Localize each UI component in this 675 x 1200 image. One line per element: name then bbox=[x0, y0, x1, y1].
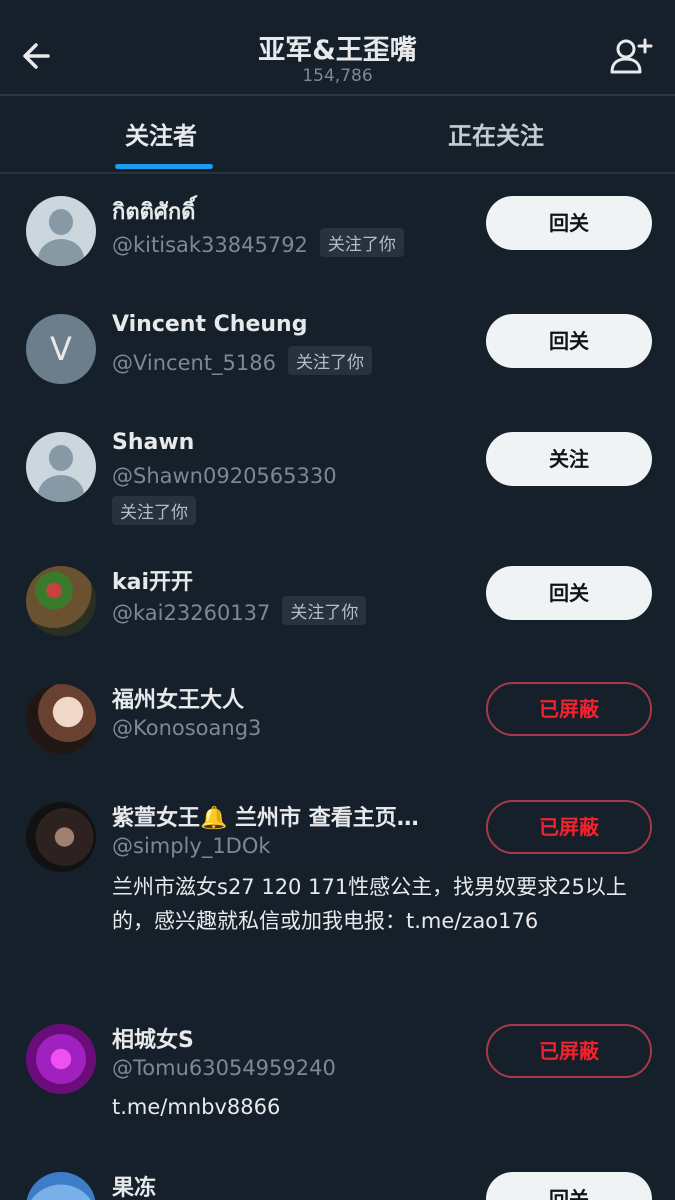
add-user-button[interactable] bbox=[609, 36, 653, 76]
blocked-button[interactable]: 已屏蔽 bbox=[486, 1024, 652, 1078]
follow-back-button[interactable]: 回关 bbox=[486, 314, 652, 368]
followers-screen: 亚军&王歪嘴 154,786 关注者 正在关注 กิตติศักดิ์ @kit… bbox=[0, 0, 675, 1200]
user-name: Vincent Cheung bbox=[112, 312, 308, 337]
blocked-button[interactable]: 已屏蔽 bbox=[486, 682, 652, 736]
follower-count: 154,786 bbox=[302, 66, 373, 86]
user-name: กิตติศักดิ์ bbox=[112, 200, 196, 225]
user-bio: 兰州市滋女s27 120 171性感公主，找男奴要求25以上的，感兴趣就私信或加… bbox=[112, 875, 627, 933]
follow-back-button[interactable]: 回关 bbox=[486, 566, 652, 620]
user-handle: @Vincent_5186 bbox=[112, 351, 277, 375]
user-name: Shawn bbox=[112, 430, 195, 455]
tabs-divider bbox=[0, 172, 675, 174]
avatar[interactable] bbox=[26, 802, 96, 872]
follows-you-badge: 关注了你 bbox=[288, 346, 373, 375]
add-user-icon bbox=[610, 38, 653, 74]
tab-bar: 关注者 正在关注 bbox=[0, 96, 675, 172]
user-handle: @kai23260137 bbox=[112, 601, 271, 625]
user-bio: t.me/mnbv8866 bbox=[112, 1095, 281, 1119]
user-name: 相城女S bbox=[112, 1028, 194, 1053]
user-name: 紫萱女王🔔 兰州市 查看主页… bbox=[112, 806, 419, 831]
list-item[interactable]: 果冻 回关 bbox=[0, 1166, 675, 1200]
avatar[interactable] bbox=[26, 196, 96, 266]
user-name: kai开开 bbox=[112, 570, 194, 595]
avatar[interactable] bbox=[26, 566, 96, 636]
avatar[interactable] bbox=[26, 684, 96, 754]
blocked-button[interactable]: 已屏蔽 bbox=[486, 800, 652, 854]
follow-button[interactable]: 关注 bbox=[486, 432, 652, 486]
follows-you-badge: 关注了你 bbox=[112, 496, 196, 525]
list-item[interactable]: Shawn @Shawn0920565330 关注了你 关注 bbox=[0, 426, 675, 536]
list-item[interactable]: กิตติศักดิ์ @kitisak33845792 关注了你 回关 bbox=[0, 190, 675, 300]
follows-you-badge: 关注了你 bbox=[319, 228, 404, 257]
list-item[interactable]: V Vincent Cheung @Vincent_5186 关注了你 回关 bbox=[0, 308, 675, 418]
avatar[interactable] bbox=[26, 1024, 96, 1094]
avatar[interactable]: V bbox=[26, 314, 96, 384]
user-name: 果冻 bbox=[112, 1176, 157, 1200]
user-handle: @Shawn0920565330 bbox=[112, 464, 337, 488]
user-name: 福州女王大人 bbox=[112, 688, 245, 713]
list-item[interactable]: kai开开 @kai23260137 关注了你 回关 bbox=[0, 560, 675, 660]
avatar[interactable] bbox=[26, 432, 96, 502]
user-handle: @Tomu63054959240 bbox=[112, 1056, 336, 1080]
list-item[interactable]: 紫萱女王🔔 兰州市 查看主页… @simply_1DOk 兰州市滋女s27 12… bbox=[0, 796, 675, 996]
avatar[interactable] bbox=[26, 1172, 96, 1200]
follow-back-button[interactable]: 回关 bbox=[486, 1172, 652, 1200]
follows-you-badge: 关注了你 bbox=[282, 596, 367, 625]
active-tab-indicator bbox=[115, 164, 213, 169]
user-handle: @Konosoang3 bbox=[112, 716, 262, 740]
user-handle: @kitisak33845792 bbox=[112, 233, 308, 257]
page-title: 亚军&王歪嘴 bbox=[258, 35, 417, 66]
list-item[interactable]: 相城女S @Tomu63054959240 t.me/mnbv8866 已屏蔽 bbox=[0, 1018, 675, 1128]
tab-followers[interactable]: 关注者 bbox=[125, 116, 197, 151]
follow-back-button[interactable]: 回关 bbox=[486, 196, 652, 250]
user-handle: @simply_1DOk bbox=[112, 834, 271, 858]
top-bar: 亚军&王歪嘴 154,786 bbox=[0, 0, 675, 96]
tab-following[interactable]: 正在关注 bbox=[448, 116, 544, 151]
list-item[interactable]: 福州女王大人 @Konosoang3 已屏蔽 bbox=[0, 678, 675, 778]
